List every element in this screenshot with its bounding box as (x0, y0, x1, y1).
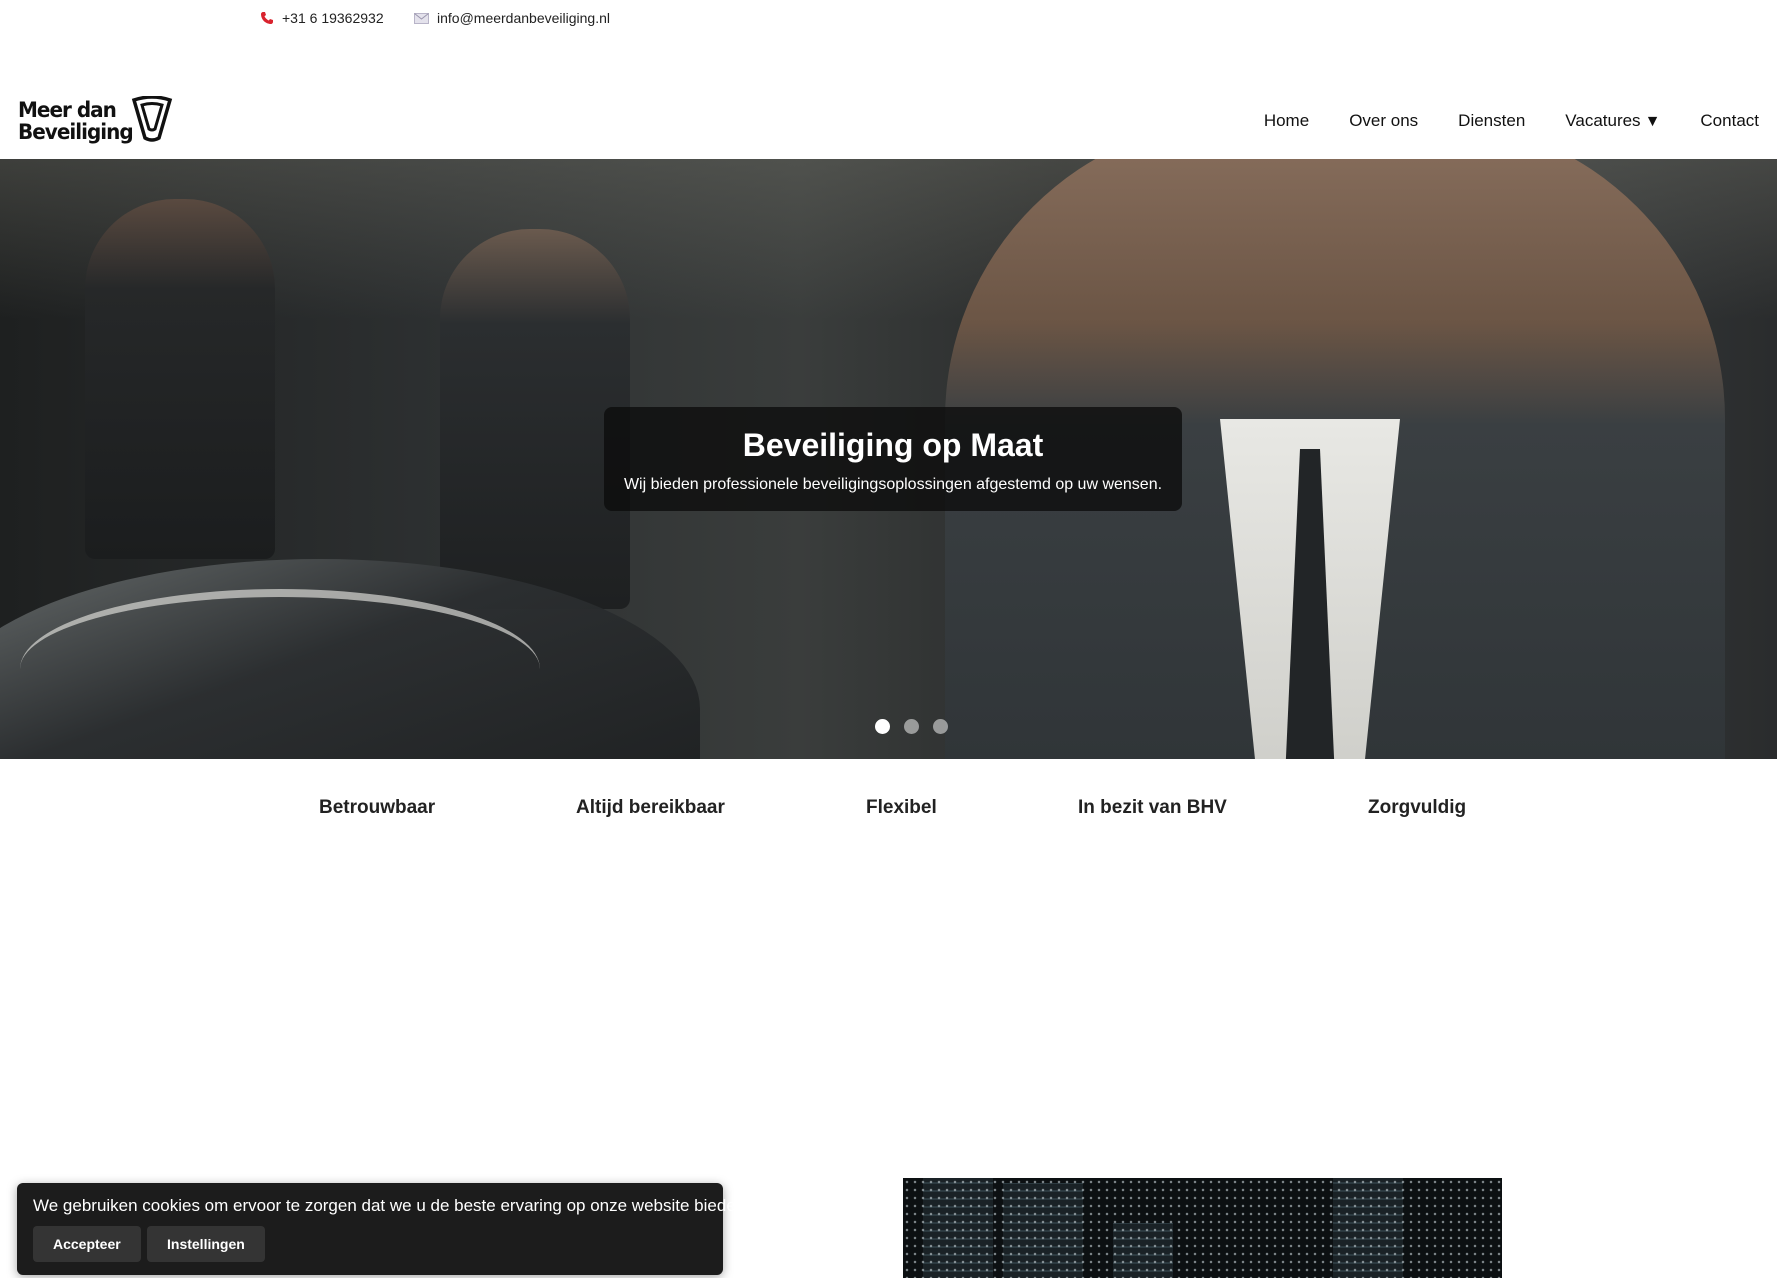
logo-line-1: Meer dan (18, 96, 117, 122)
hero-image-guard-middle (440, 229, 630, 609)
cookie-banner: We gebruiken cookies om ervoor te zorgen… (17, 1183, 750, 1275)
logo[interactable]: Meer dan Beveiliging (18, 94, 173, 147)
shield-icon (131, 94, 173, 147)
hero-image-car-shine (20, 589, 540, 749)
email-address[interactable]: info@meerdanbeveiliging.nl (437, 10, 610, 26)
nav-over-ons[interactable]: Over ons (1349, 111, 1418, 131)
phone-number[interactable]: +31 6 19362932 (282, 10, 384, 26)
hero-title: Beveiliging op Maat (742, 427, 1044, 463)
slider-dot-2[interactable] (904, 719, 919, 734)
hero-subtitle: Wij bieden professionele beveiligingsopl… (623, 476, 1163, 493)
phone-contact[interactable]: +31 6 19362932 (260, 10, 384, 26)
hero-caption: Beveiliging op Maat Wij bieden professio… (604, 407, 1182, 511)
feature-bhv: In bezit van BHV (1078, 797, 1227, 818)
feature-zorgvuldig: Zorgvuldig (1368, 797, 1467, 818)
mail-icon (414, 12, 429, 24)
phone-icon (260, 11, 274, 25)
main-nav: Home Over ons Diensten Vacatures ▼ Contac… (1264, 111, 1759, 131)
email-contact[interactable]: info@meerdanbeveiliging.nl (414, 10, 610, 26)
cookie-message: We gebruiken cookies om ervoor te zorgen… (33, 1196, 750, 1215)
feature-flexibel: Flexibel (866, 797, 937, 818)
nav-vacatures-label: Vacatures (1565, 111, 1641, 130)
cookie-settings-button[interactable]: Instellingen (147, 1226, 265, 1262)
nav-home[interactable]: Home (1264, 111, 1309, 131)
logo-line-2: Beveiliging (18, 118, 134, 144)
feature-altijd-bereikbaar: Altijd bereikbaar (576, 797, 725, 818)
logo-text: Meer dan Beveiliging (18, 96, 134, 144)
features-row: Betrouwbaar Altijd bereikbaar Flexibel I… (0, 797, 1777, 823)
feature-betrouwbaar: Betrouwbaar (319, 797, 436, 818)
chevron-down-icon: ▼ (1644, 113, 1661, 130)
hero-slider: Beveiliging op Maat Wij bieden professio… (0, 159, 1777, 759)
contact-bar: +31 6 19362932 info@meerdanbeveiliging.n… (0, 0, 1777, 38)
site-header: Meer dan Beveiliging Home Over ons Diens… (0, 38, 1777, 159)
accept-cookies-button[interactable]: Accepteer (33, 1226, 141, 1262)
nav-vacatures[interactable]: Vacatures ▼ (1565, 111, 1660, 131)
city-image (903, 1178, 1502, 1278)
slider-dot-3[interactable] (933, 719, 948, 734)
slider-dot-1[interactable] (875, 719, 890, 734)
hero-image-guard-left (85, 199, 275, 559)
slider-indicators (875, 719, 948, 734)
nav-diensten[interactable]: Diensten (1458, 111, 1525, 131)
nav-contact[interactable]: Contact (1700, 111, 1759, 131)
city-lights (903, 1178, 1502, 1278)
